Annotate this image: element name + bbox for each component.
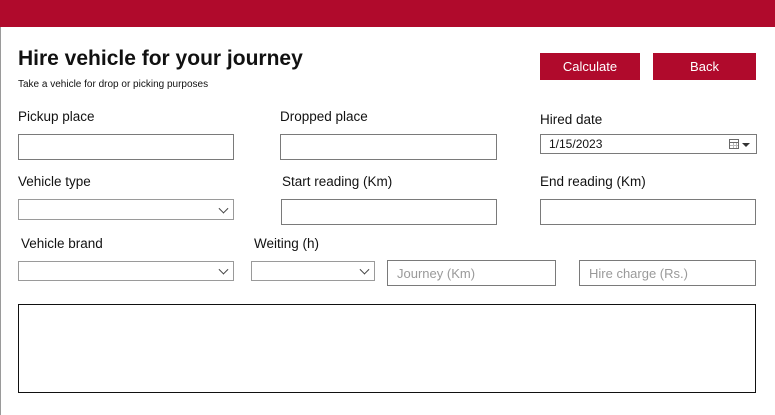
chevron-down-icon	[218, 203, 229, 214]
window-left-border	[0, 27, 1, 415]
title-bar	[0, 0, 775, 27]
calculate-button[interactable]: Calculate	[540, 53, 640, 80]
end-reading-label: End reading (Km)	[540, 174, 646, 189]
calendar-icon[interactable]	[729, 139, 739, 149]
pickup-place-input[interactable]	[18, 134, 234, 160]
dropped-place-label: Dropped place	[280, 109, 368, 124]
hired-date-value: 1/15/2023	[549, 137, 603, 151]
vehicle-brand-select[interactable]	[18, 261, 234, 281]
output-textarea[interactable]	[18, 304, 756, 393]
vehicle-type-select[interactable]	[18, 199, 234, 220]
back-button[interactable]: Back	[653, 53, 756, 80]
hire-charge-input[interactable]	[579, 260, 756, 286]
start-reading-input[interactable]	[281, 199, 497, 225]
waiting-label: Weiting (h)	[254, 236, 320, 251]
hired-date-picker[interactable]: 1/15/2023	[540, 134, 757, 154]
page-subtitle: Take a vehicle for drop or picking purpo…	[18, 79, 209, 90]
journey-km-input[interactable]	[387, 260, 556, 286]
vehicle-type-label: Vehicle type	[18, 174, 91, 189]
pickup-place-label: Pickup place	[18, 109, 95, 124]
end-reading-input[interactable]	[540, 199, 756, 225]
chevron-down-icon	[359, 264, 370, 275]
chevron-down-icon	[218, 264, 229, 275]
dropped-place-input[interactable]	[280, 134, 497, 160]
vehicle-brand-label: Vehicle brand	[21, 236, 103, 251]
waiting-hours-select[interactable]	[251, 261, 375, 281]
start-reading-label: Start reading (Km)	[282, 174, 393, 189]
page-title: Hire vehicle for your journey	[18, 47, 303, 70]
dropdown-arrow-icon[interactable]	[742, 143, 750, 147]
hired-date-label: Hired date	[540, 112, 603, 127]
